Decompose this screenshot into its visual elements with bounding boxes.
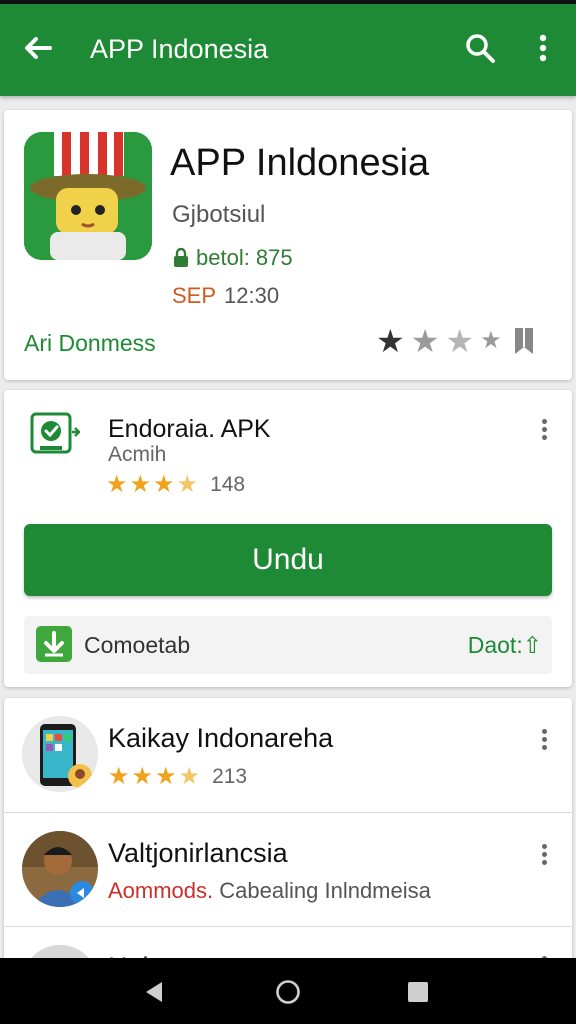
rating-count: 213: [212, 765, 248, 788]
list-item[interactable]: Valtjonirlancsia Aommods. Cabealing Inln…: [4, 812, 572, 926]
search-icon[interactable]: [462, 30, 498, 66]
star-half-icon: ★: [178, 763, 201, 790]
category-link[interactable]: Ari Donmess: [24, 328, 156, 358]
star-icon: ★: [155, 763, 177, 790]
developer-name[interactable]: Gjbotsiul: [172, 200, 265, 230]
star-icon: ★: [153, 471, 175, 498]
meta-line-text: betol: 875: [196, 245, 293, 270]
meta-tag: SEP: [172, 283, 217, 308]
star-icon: ★: [376, 323, 405, 359]
star-half-icon: ★: [176, 471, 199, 498]
rating-count: 148: [210, 473, 246, 496]
star-icon: ★: [129, 471, 152, 498]
more-vert-icon[interactable]: [534, 416, 554, 444]
arrow-up-icon: ⇧: [522, 632, 542, 658]
list-item[interactable]: Kaikay Indonareha ★ ★ ★ ★ 213: [4, 698, 572, 812]
page-title: APP Indonesia: [90, 34, 269, 64]
nav-recents-icon[interactable]: [404, 978, 432, 1006]
apk-install-icon: [30, 412, 80, 454]
rating-row[interactable]: ★ ★ ★ ★: [376, 324, 536, 358]
list-item-title: Kaikay Indonareha: [108, 723, 334, 753]
more-vert-icon[interactable]: [534, 726, 554, 754]
app-name: APP Inldonesia: [170, 142, 430, 184]
download-button[interactable]: Undu: [24, 524, 552, 596]
app-bar: APP Indonesia: [0, 4, 576, 96]
bookmark-icon[interactable]: [512, 326, 536, 356]
nav-back-icon[interactable]: [140, 978, 168, 1006]
list-item-subtitle: Aommods. Cabealing Inlndmeisa: [108, 878, 431, 903]
star-outline-icon: ★: [480, 327, 502, 354]
download-row-action[interactable]: Daot:⇧: [468, 630, 542, 660]
apk-title: Endoraia. APK: [108, 415, 271, 443]
lock-icon: [174, 248, 188, 267]
star-icon: ★: [106, 471, 128, 498]
related-list: Kaikay Indonareha ★ ★ ★ ★ 213 Valtjonirl…: [4, 698, 572, 968]
apk-subtitle: Acmih: [108, 443, 167, 466]
arrow-back-icon[interactable]: [20, 30, 56, 66]
star-icon: ★: [131, 763, 154, 790]
more-vert-icon[interactable]: [534, 841, 554, 869]
meta-line: betol: 875: [172, 244, 293, 272]
star-outline-icon: ★: [445, 323, 475, 359]
meta-time: 12:30: [224, 283, 280, 308]
apk-rating: ★ ★ ★ ★ 148: [106, 472, 245, 498]
more-vert-icon[interactable]: [528, 30, 558, 66]
app-icon[interactable]: [24, 132, 152, 260]
person-avatar: [22, 831, 98, 907]
download-row-label: Comoetab: [84, 632, 191, 658]
star-icon: ★: [410, 323, 440, 359]
app-header-card: APP Inldonesia Gjbotsiul betol: 875 SEP …: [4, 110, 572, 380]
apk-card: Endoraia. APK Acmih ★ ★ ★ ★ 148 Undu Com…: [4, 390, 572, 687]
download-icon: [36, 626, 72, 662]
star-icon: ★: [108, 763, 130, 790]
system-nav-bar: [0, 958, 576, 1024]
meta-date: SEP 12:30: [172, 282, 279, 310]
download-row[interactable]: Comoetab Daot:⇧: [24, 616, 552, 674]
phone-app-avatar: [22, 716, 98, 792]
list-item-rating: ★ ★ ★ ★ 213: [108, 764, 247, 790]
list-item-title: Valtjonirlancsia: [108, 838, 288, 868]
nav-home-icon[interactable]: [274, 978, 302, 1006]
